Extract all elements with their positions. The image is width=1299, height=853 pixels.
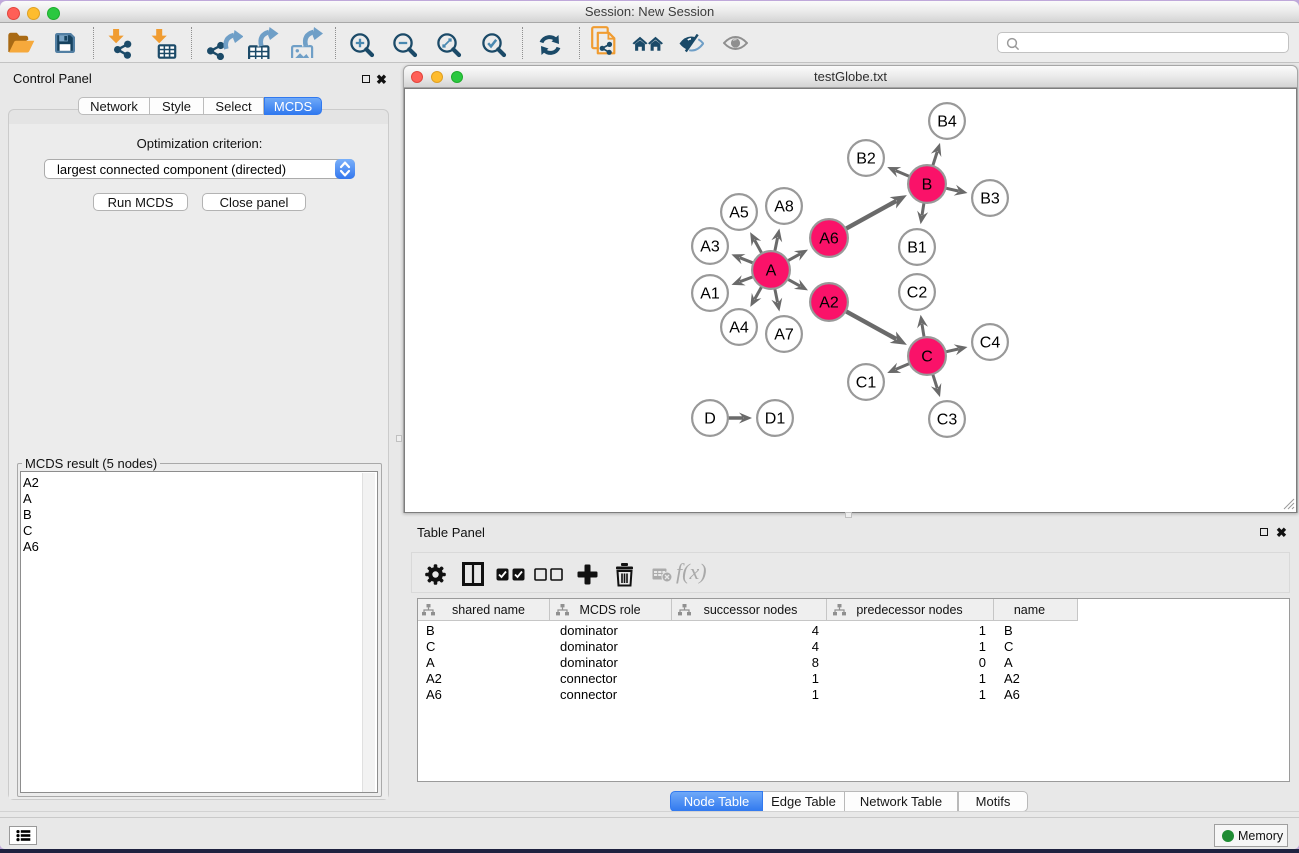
- svg-text:B4: B4: [937, 114, 957, 131]
- svg-text:C2: C2: [907, 285, 928, 302]
- svg-text:C1: C1: [856, 375, 877, 392]
- svg-text:A4: A4: [729, 320, 749, 337]
- svg-text:A2: A2: [819, 295, 839, 312]
- svg-text:A: A: [766, 263, 777, 280]
- svg-text:C4: C4: [980, 335, 1001, 352]
- svg-text:B: B: [922, 177, 933, 194]
- svg-text:A6: A6: [819, 231, 839, 248]
- svg-text:D1: D1: [765, 411, 786, 428]
- svg-text:C: C: [921, 349, 933, 366]
- svg-text:A3: A3: [700, 239, 720, 256]
- svg-text:A8: A8: [774, 199, 794, 216]
- svg-text:B3: B3: [980, 191, 1000, 208]
- svg-text:A7: A7: [774, 327, 794, 344]
- svg-text:C3: C3: [937, 412, 958, 429]
- svg-text:A1: A1: [700, 286, 720, 303]
- svg-text:B1: B1: [907, 240, 927, 257]
- svg-text:D: D: [704, 411, 716, 428]
- svg-text:B2: B2: [856, 151, 876, 168]
- svg-text:A5: A5: [729, 205, 749, 222]
